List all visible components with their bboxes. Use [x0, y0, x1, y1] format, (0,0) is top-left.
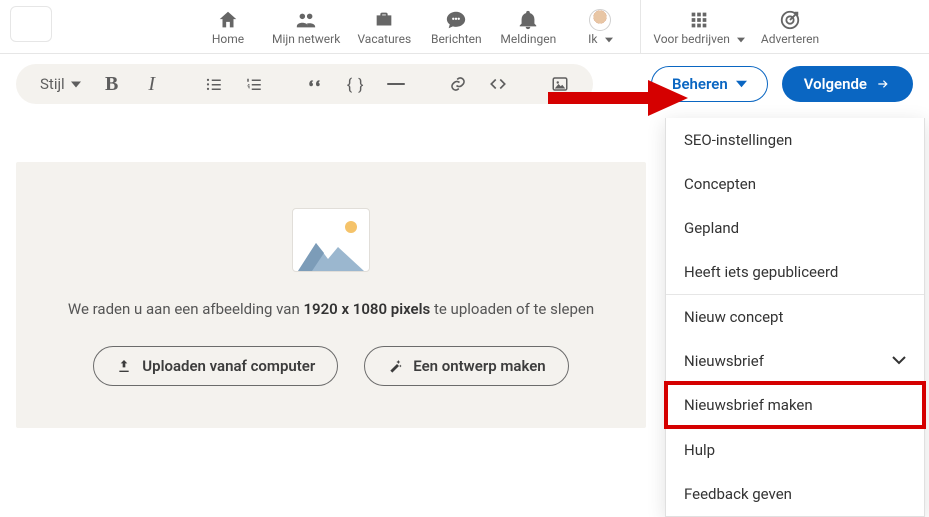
target-icon — [779, 9, 801, 31]
nav-separator — [640, 0, 641, 53]
nav-jobs-label: Vacatures — [357, 33, 411, 45]
bold-button[interactable]: B — [103, 72, 121, 96]
bullet-list-icon — [205, 75, 223, 93]
briefcase-icon — [373, 9, 395, 31]
nav-jobs[interactable]: Vacatures — [348, 0, 420, 53]
grid-icon — [688, 9, 710, 31]
upload-icon — [116, 358, 132, 374]
nav-network[interactable]: Mijn netwerk — [264, 0, 348, 53]
menu-item-seo[interactable]: SEO-instellingen — [666, 118, 924, 162]
menu-item-scheduled[interactable]: Gepland — [666, 206, 924, 250]
wand-icon — [387, 358, 403, 374]
code-icon — [489, 75, 507, 93]
mountains-icon — [298, 233, 364, 271]
nav-home-label: Home — [212, 33, 244, 45]
nav-business[interactable]: Voor bedrijven — [645, 0, 753, 53]
divider-button[interactable] — [387, 72, 405, 96]
bell-icon — [517, 9, 539, 31]
upload-from-computer-button[interactable]: Uploaden vanaf computer — [93, 346, 338, 386]
nav-messages-label: Berichten — [431, 33, 482, 45]
nav-items: Home Mijn netwerk Vacatures Berichten Me… — [192, 0, 636, 53]
manage-menu: SEO-instellingen Concepten Gepland Heeft… — [665, 118, 925, 517]
nav-advertise-label: Adverteren — [761, 33, 819, 45]
chevron-down-icon — [892, 356, 906, 366]
caret-down-icon — [605, 37, 613, 43]
nav-advertise[interactable]: Adverteren — [753, 0, 827, 53]
home-icon — [217, 9, 239, 31]
menu-item-new-concept[interactable]: Nieuw concept — [666, 295, 924, 339]
upload-buttons: Uploaden vanaf computer Een ontwerp make… — [93, 346, 568, 386]
quote-icon — [307, 75, 325, 93]
menu-item-feedback[interactable]: Feedback geven — [666, 472, 924, 516]
people-icon — [295, 9, 317, 31]
nav-notifications[interactable]: Meldingen — [492, 0, 564, 53]
manage-button[interactable]: Beheren — [651, 66, 768, 102]
nav-messages[interactable]: Berichten — [420, 0, 492, 53]
nav-home[interactable]: Home — [192, 0, 264, 53]
cover-upload-area[interactable]: We raden u aan een afbeelding van 1920 x… — [16, 162, 646, 428]
image-icon — [551, 75, 569, 93]
logo-slot — [10, 6, 52, 42]
quote-button[interactable] — [307, 72, 325, 96]
link-button[interactable] — [449, 72, 467, 96]
italic-button[interactable]: I — [143, 72, 161, 96]
embed-button[interactable] — [489, 72, 507, 96]
upload-hint: We raden u aan een afbeelding van 1920 x… — [68, 300, 594, 318]
image-button[interactable] — [551, 72, 569, 96]
numbered-list-button[interactable] — [245, 72, 263, 96]
menu-item-create-newsletter[interactable]: Nieuwsbrief maken — [666, 383, 924, 427]
caret-down-icon — [71, 81, 81, 88]
link-icon — [449, 75, 467, 93]
menu-item-concepts[interactable]: Concepten — [666, 162, 924, 206]
nav-me-label: Ik — [588, 33, 612, 45]
caret-down-icon — [736, 80, 747, 88]
bullet-list-button[interactable] — [205, 72, 223, 96]
nav-notifications-label: Meldingen — [500, 33, 556, 45]
nav-business-label: Voor bedrijven — [653, 33, 745, 45]
image-placeholder — [292, 208, 370, 272]
divider-icon — [387, 83, 405, 85]
code-block-button[interactable]: { } — [347, 72, 365, 96]
editor-toolbar-row: Stijl B I { } Beheren — [0, 54, 929, 114]
avatar-icon — [589, 9, 611, 31]
top-nav: Home Mijn netwerk Vacatures Berichten Me… — [0, 0, 929, 54]
editor-toolbar: Stijl B I { } — [16, 64, 593, 104]
menu-item-help[interactable]: Hulp — [666, 428, 924, 472]
style-button[interactable]: Stijl — [40, 72, 81, 96]
nav-me[interactable]: Ik — [564, 0, 636, 53]
chat-icon — [445, 9, 467, 31]
create-design-button[interactable]: Een ontwerp maken — [364, 346, 568, 386]
numbered-list-icon — [245, 75, 263, 93]
arrow-right-icon — [875, 77, 891, 91]
next-button[interactable]: Volgende — [782, 66, 913, 102]
nav-network-label: Mijn netwerk — [272, 33, 340, 45]
menu-item-published[interactable]: Heeft iets gepubliceerd — [666, 250, 924, 294]
menu-item-newsletter[interactable]: Nieuwsbrief — [666, 339, 924, 383]
nav-right: Voor bedrijven Adverteren — [645, 0, 827, 53]
caret-down-icon — [737, 37, 745, 43]
sun-icon — [345, 221, 357, 233]
